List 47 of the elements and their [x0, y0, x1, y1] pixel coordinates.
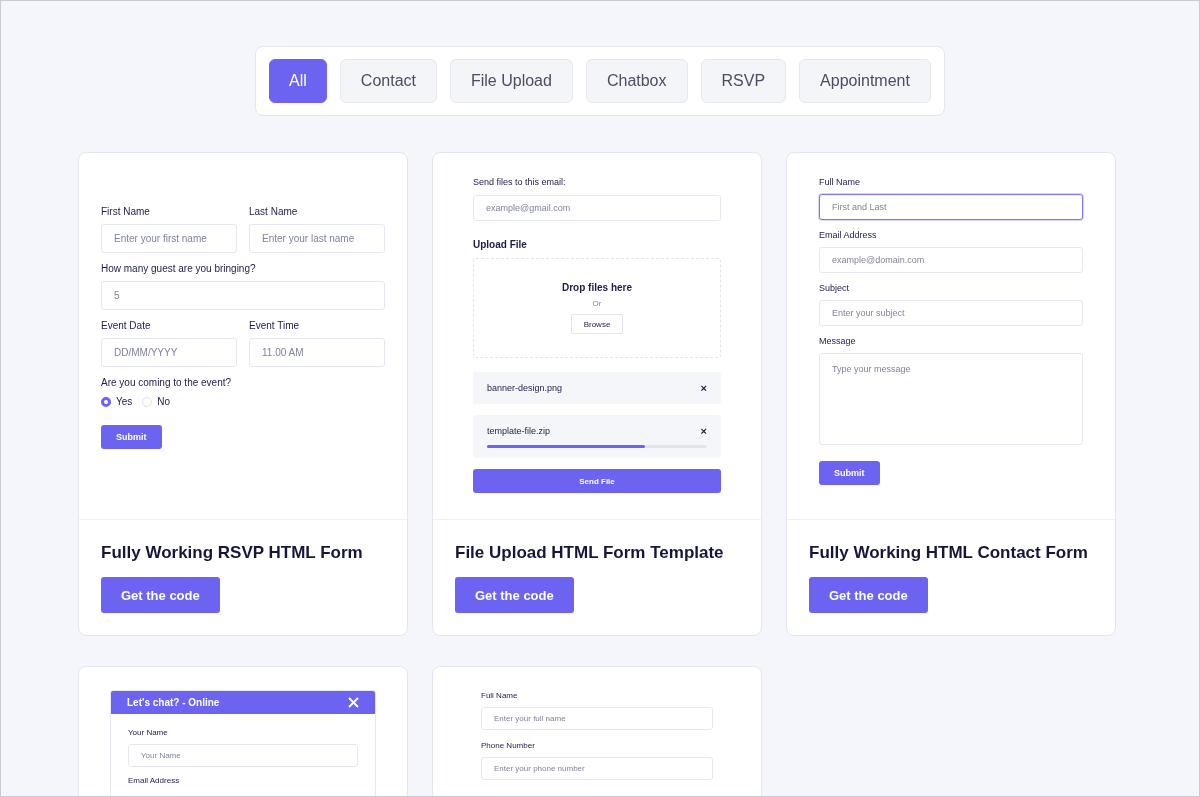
submit-button[interactable]: Submit — [101, 425, 162, 449]
field-label: How many guest are you bringing? — [101, 263, 257, 274]
card-title: Fully Working HTML Contact Form — [809, 543, 1088, 563]
get-code-button[interactable]: Get the code — [455, 577, 574, 613]
message-field[interactable]: Type your message — [819, 353, 1083, 445]
field-label: Event Time — [249, 320, 301, 331]
filter-tab[interactable]: File Upload — [450, 59, 573, 103]
remove-button[interactable]: × — [700, 382, 707, 394]
field-label: Send files to this email: — [473, 177, 567, 187]
filter-tab[interactable]: Contact — [339, 59, 437, 103]
submit-button[interactable]: Submit — [819, 461, 880, 485]
field-label: Email Address — [819, 230, 878, 240]
input-field[interactable]: First and Last — [819, 194, 1083, 220]
field-label: Full Name — [819, 177, 861, 187]
get-code-button[interactable]: Get the code — [101, 577, 220, 613]
question-label: Are you coming to the event? — [101, 377, 233, 388]
send-button[interactable]: Send File — [473, 469, 721, 493]
filter-tab[interactable]: Appointment — [799, 59, 931, 103]
chat-title: Let's chat? - Online — [127, 697, 220, 708]
field-label: First Name — [101, 206, 151, 217]
card-title: File Upload HTML Form Template — [455, 543, 724, 563]
field-label: Subject — [819, 283, 851, 293]
email-field[interactable]: example@gmail.com — [473, 195, 721, 221]
field-label: Full Name — [481, 691, 519, 700]
radio-label: No — [157, 396, 171, 407]
field-label: Phone Number — [481, 741, 536, 750]
browse-button[interactable]: Browse — [570, 314, 624, 334]
filter-tab[interactable]: All — [269, 59, 327, 103]
radio-button[interactable] — [101, 396, 111, 407]
field-label: Email Address — [128, 776, 181, 785]
drop-zone[interactable]: Drop files here Or Browse — [473, 258, 721, 358]
or-text: Or — [592, 299, 602, 308]
drop-text: Drop files here — [562, 282, 632, 293]
remove-button[interactable]: × — [700, 425, 707, 437]
close-icon[interactable] — [348, 697, 359, 708]
field-label: Last Name — [249, 206, 299, 217]
field-label: Message — [819, 336, 857, 346]
file-name: template-file.zip — [487, 426, 551, 436]
field-label: Your Name — [128, 728, 169, 737]
get-code-button[interactable]: Get the code — [809, 577, 928, 613]
card-title: Fully Working RSVP HTML Form — [101, 543, 363, 563]
section-heading: Upload File — [473, 239, 528, 250]
radio-label: Yes — [116, 396, 133, 407]
file-name: banner-design.png — [487, 383, 563, 393]
field-label: Event Date — [101, 320, 152, 331]
filter-tab[interactable]: Chatbox — [585, 59, 688, 103]
filter-tab[interactable]: RSVP — [700, 59, 787, 103]
